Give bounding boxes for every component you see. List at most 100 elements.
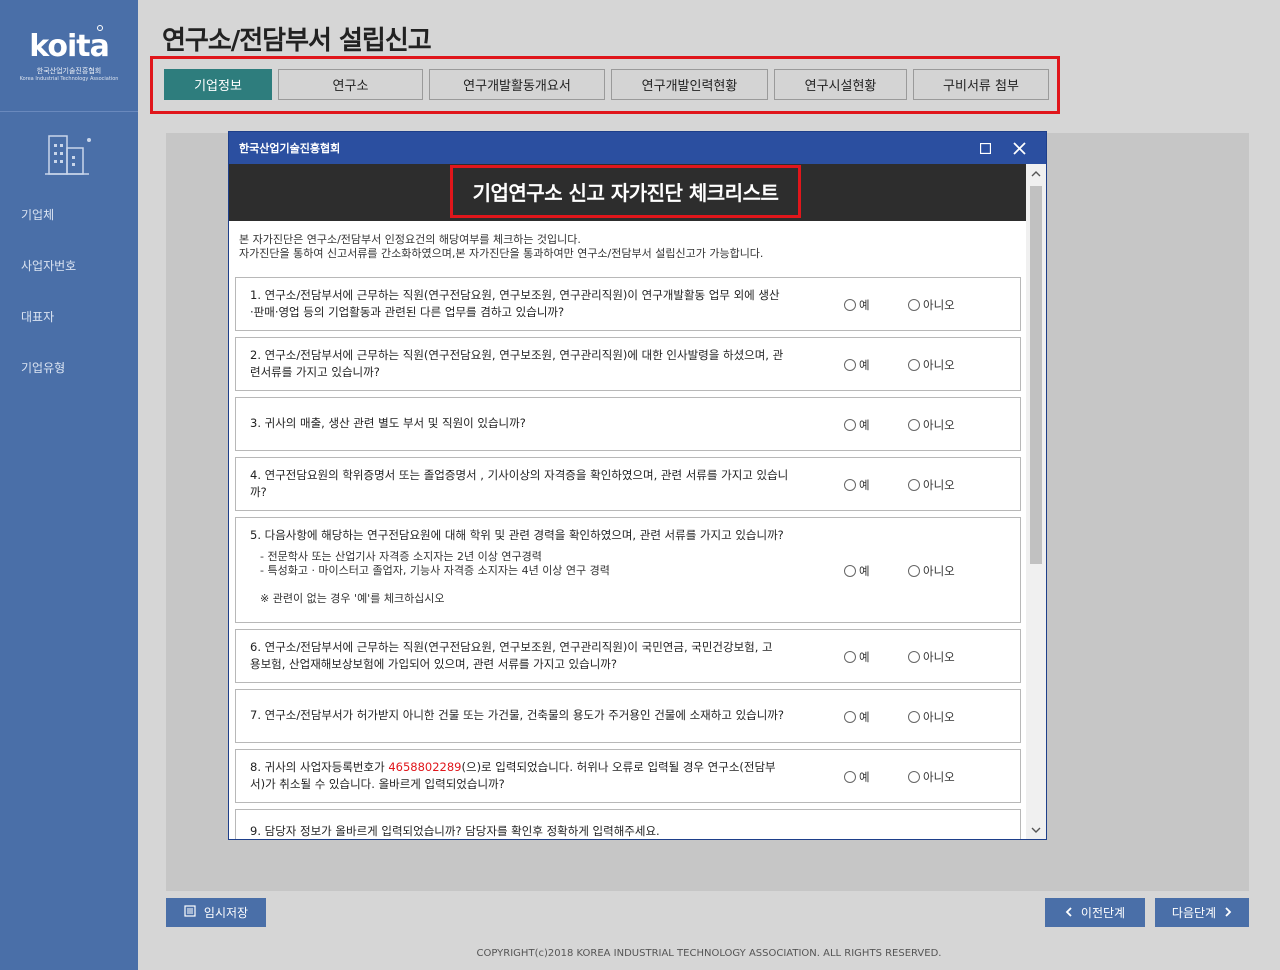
modal-window-title: 한국산업기술진흥협회 <box>239 142 341 155</box>
radio-circle-icon <box>908 359 920 371</box>
question-line: ·판매·영업 등의 기업활동과 관련된 다른 업무를 겸하고 있습니까? <box>250 305 565 319</box>
question-1: 1. 연구소/전담부서에 근무하는 직원(연구전담요원, 연구보조원, 연구관리… <box>235 277 1021 331</box>
copyright-footer: COPYRIGHT(c)2018 KOREA INDUSTRIAL TECHNO… <box>476 948 942 959</box>
question-line-part: (으)로 입력되었습니다. 허위나 오류로 입력될 경우 연구소(전담부 <box>461 760 776 774</box>
question-line: 8. 귀사의 사업자등록번호가 4658802289(으)로 입력되었습니다. … <box>250 759 795 776</box>
question-line: 6. 연구소/전담부서에 근무하는 직원(연구전담요원, 연구보조원, 연구관리… <box>250 640 773 654</box>
logo-subtitle-en: Korea Industrial Technology Association <box>19 76 119 82</box>
next-step-button[interactable]: 다음단계 <box>1155 898 1249 927</box>
radio-no-label: 아니오 <box>923 478 955 492</box>
tab-company-info[interactable]: 기업정보 <box>164 69 272 100</box>
radio-yes[interactable]: 예 <box>844 297 870 313</box>
radio-circle-icon <box>908 479 920 491</box>
logo-subtitle: 한국산업기술진흥협회 <box>36 67 102 75</box>
radio-yes[interactable]: 예 <box>844 477 870 493</box>
question-text: 9. 담당자 정보가 올바르게 입력되었습니까? 담당자를 확인후 정확하게 입… <box>250 823 795 839</box>
temp-save-button[interactable]: 임시저장 <box>166 898 266 927</box>
close-icon[interactable] <box>1004 132 1034 164</box>
radio-yes[interactable]: 예 <box>844 649 870 665</box>
radio-yes[interactable]: 예 <box>844 357 870 373</box>
radio-yes-label: 예 <box>859 418 870 432</box>
question-line: 까? <box>250 485 267 499</box>
intro-text: 본 자가진단은 연구소/전담부서 인정요건의 해당여부를 체크하는 것입니다. … <box>229 221 1026 269</box>
radio-no[interactable]: 아니오 <box>908 649 955 665</box>
question-line: 7. 연구소/전담부서가 허가받지 아니한 건물 또는 가건물, 건축물의 용도… <box>250 708 784 722</box>
radio-no-label: 아니오 <box>923 418 955 432</box>
building-icon <box>0 130 138 176</box>
question-line: 9. 담당자 정보가 올바르게 입력되었습니까? 담당자를 확인후 정확하게 입… <box>250 824 660 838</box>
question-text: 1. 연구소/전담부서에 근무하는 직원(연구전담요원, 연구보조원, 연구관리… <box>250 287 795 321</box>
tab-facilities[interactable]: 연구시설현황 <box>774 69 907 100</box>
question-line-part: 8. 귀사의 사업자등록번호가 <box>250 760 389 774</box>
chevron-up-icon[interactable] <box>1026 164 1046 182</box>
intro-line-1: 본 자가진단은 연구소/전담부서 인정요건의 해당여부를 체크하는 것입니다. <box>239 233 581 246</box>
radio-no[interactable]: 아니오 <box>908 357 955 373</box>
sidebar-item-representative[interactable]: 대표자 <box>0 292 138 343</box>
chevron-right-icon <box>1224 906 1232 920</box>
modal-scrollbar[interactable] <box>1026 164 1046 839</box>
radio-no-label: 아니오 <box>923 358 955 372</box>
radio-no[interactable]: 아니오 <box>908 297 955 313</box>
tab-rnd-personnel[interactable]: 연구개발인력현황 <box>611 69 768 100</box>
radio-no-label: 아니오 <box>923 298 955 312</box>
radio-yes[interactable]: 예 <box>844 563 870 579</box>
question-note: ※ 관련이 없는 경우 '예'를 체크하십시오 <box>260 592 445 605</box>
question-text: 4. 연구전담요원의 학위증명서 또는 졸업증명서 , 기사이상의 자격증을 확… <box>250 467 795 501</box>
radio-yes-label: 예 <box>859 298 870 312</box>
radio-no-label: 아니오 <box>923 650 955 664</box>
scroll-thumb[interactable] <box>1030 186 1042 564</box>
radio-circle-icon <box>844 651 856 663</box>
radio-circle-icon <box>908 419 920 431</box>
temp-save-label: 임시저장 <box>203 906 249 920</box>
question-3: 3. 귀사의 매출, 생산 관련 별도 부서 및 직원이 있습니까? 예 아니오 <box>235 397 1021 451</box>
tab-rnd-activity[interactable]: 연구개발활동개요서 <box>429 69 605 100</box>
chevron-left-icon <box>1065 906 1073 920</box>
radio-yes[interactable]: 예 <box>844 769 870 785</box>
modal-title-bar[interactable]: 한국산업기술진흥협회 <box>229 132 1046 164</box>
radio-no[interactable]: 아니오 <box>908 417 955 433</box>
koita-logo[interactable]: koita 한국산업기술진흥협회 Korea Industrial Techno… <box>0 0 138 112</box>
checklist-title: 기업연구소 신고 자가진단 체크리스트 <box>450 165 801 218</box>
page-title: 연구소/전담부서 설립신고 <box>162 26 432 56</box>
logo-text: koita <box>29 29 110 64</box>
sidebar-item-business-number[interactable]: 사업자번호 <box>0 241 138 292</box>
radio-circle-icon <box>844 479 856 491</box>
radio-no-label: 아니오 <box>923 564 955 578</box>
tab-attachments[interactable]: 구비서류 첨부 <box>913 69 1049 100</box>
question-text: 7. 연구소/전담부서가 허가받지 아니한 건물 또는 가건물, 건축물의 용도… <box>250 707 795 724</box>
question-9: 9. 담당자 정보가 올바르게 입력되었습니까? 담당자를 확인후 정확하게 입… <box>235 809 1021 839</box>
chevron-down-icon[interactable] <box>1026 821 1046 839</box>
sidebar-item-company[interactable]: 기업체 <box>0 190 138 241</box>
checklist-modal: 한국산업기술진흥협회 기업연구소 신고 자가진단 체크리스트 본 자가진단은 연… <box>228 131 1047 840</box>
radio-no[interactable]: 아니오 <box>908 477 955 493</box>
question-text: 8. 귀사의 사업자등록번호가 4658802289(으)로 입력되었습니다. … <box>250 759 795 793</box>
tab-lab[interactable]: 연구소 <box>278 69 423 100</box>
radio-no[interactable]: 아니오 <box>908 769 955 785</box>
radio-circle-icon <box>844 359 856 371</box>
question-6: 6. 연구소/전담부서에 근무하는 직원(연구전담요원, 연구보조원, 연구관리… <box>235 629 1021 683</box>
question-line: 4. 연구전담요원의 학위증명서 또는 졸업증명서 , 기사이상의 자격증을 확… <box>250 468 789 482</box>
radio-no[interactable]: 아니오 <box>908 563 955 579</box>
radio-no[interactable]: 아니오 <box>908 709 955 725</box>
radio-circle-icon <box>844 299 856 311</box>
question-sub-line: - 특성화고 · 마이스터고 졸업자, 기능사 자격증 소지자는 4년 이상 연… <box>260 564 610 577</box>
logo-wordmark: koita <box>29 25 110 64</box>
radio-circle-icon <box>844 771 856 783</box>
question-line: 5. 다음사항에 해당하는 연구전담요원에 대해 학위 및 관련 경력을 확인하… <box>250 528 784 542</box>
prev-step-button[interactable]: 이전단계 <box>1045 898 1145 927</box>
sidebar-item-company-type[interactable]: 기업유형 <box>0 343 138 394</box>
radio-circle-icon <box>844 711 856 723</box>
radio-yes[interactable]: 예 <box>844 709 870 725</box>
radio-circle-icon <box>908 565 920 577</box>
question-line: 1. 연구소/전담부서에 근무하는 직원(연구전담요원, 연구보조원, 연구관리… <box>250 288 780 302</box>
question-text: 2. 연구소/전담부서에 근무하는 직원(연구전담요원, 연구보조원, 연구관리… <box>250 347 795 381</box>
maximize-icon[interactable] <box>970 132 1000 164</box>
radio-yes[interactable]: 예 <box>844 417 870 433</box>
radio-circle-icon <box>908 711 920 723</box>
side-nav: 기업체 사업자번호 대표자 기업유형 <box>0 190 138 394</box>
radio-no-label: 아니오 <box>923 710 955 724</box>
prev-step-label: 이전단계 <box>1080 906 1126 920</box>
question-4: 4. 연구전담요원의 학위증명서 또는 졸업증명서 , 기사이상의 자격증을 확… <box>235 457 1021 511</box>
intro-line-2: 자가진단을 통하여 신고서류를 간소화하였으며,본 자가진단을 통과하여만 연구… <box>239 247 764 260</box>
question-text: 5. 다음사항에 해당하는 연구전담요원에 대해 학위 및 관련 경력을 확인하… <box>250 527 795 606</box>
